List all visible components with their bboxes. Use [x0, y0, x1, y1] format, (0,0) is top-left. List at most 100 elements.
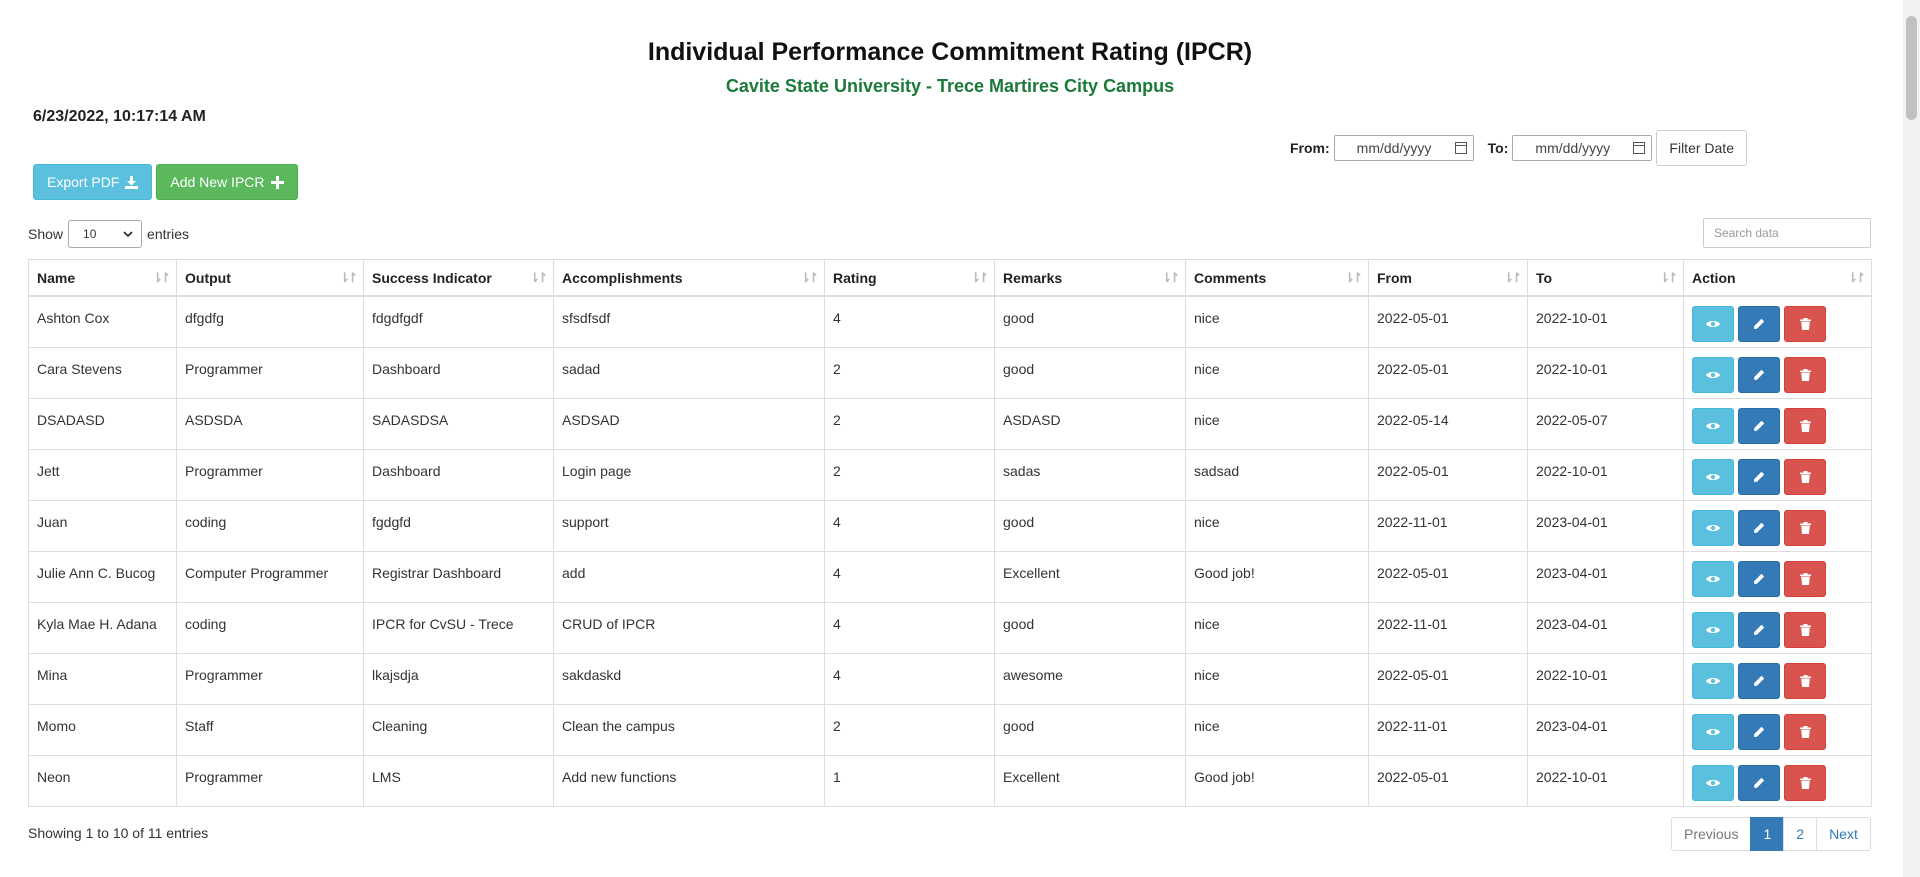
delete-button[interactable] [1784, 714, 1826, 750]
export-pdf-button[interactable]: Export PDF [33, 164, 153, 200]
edit-button[interactable] [1738, 612, 1780, 648]
entries-select[interactable]: 10 [68, 220, 143, 248]
column-header-comments[interactable]: Comments ⇂↾ [1185, 259, 1369, 297]
cell-remarks: Excellent [994, 755, 1186, 807]
column-header-remarks[interactable]: Remarks ⇂↾ [994, 259, 1186, 297]
column-header-accomplishments[interactable]: Accomplishments ⇂↾ [553, 259, 825, 297]
delete-button[interactable] [1784, 765, 1826, 801]
view-button[interactable] [1692, 408, 1734, 444]
cell-to: 2023-04-01 [1527, 602, 1684, 654]
view-button[interactable] [1692, 765, 1734, 801]
calendar-icon[interactable] [1633, 142, 1646, 154]
edit-button[interactable] [1738, 510, 1780, 546]
cell-name: Cara Stevens [28, 347, 177, 399]
plus-icon [270, 175, 284, 189]
cell-comments: sadsad [1185, 449, 1369, 501]
view-button[interactable] [1692, 561, 1734, 597]
view-button[interactable] [1692, 714, 1734, 750]
vertical-scrollbar[interactable] [1903, 0, 1920, 877]
to-label: To: [1487, 140, 1509, 156]
edit-button[interactable] [1738, 561, 1780, 597]
cell-accomplishments: Add new functions [553, 755, 825, 807]
column-header-name[interactable]: Name ⇂↾ [28, 259, 177, 297]
cell-name: Julie Ann C. Bucog [28, 551, 177, 603]
output-value: coding [185, 514, 227, 530]
pagination-page-2[interactable]: 2 [1783, 817, 1818, 851]
cell-action [1683, 704, 1872, 756]
cell-rating: 2 [824, 704, 995, 756]
view-button[interactable] [1692, 663, 1734, 699]
to-value: 2022-05-07 [1536, 412, 1608, 428]
edit-button[interactable] [1738, 765, 1780, 801]
column-header-rating[interactable]: Rating ⇂↾ [824, 259, 995, 297]
cell-from: 2022-05-01 [1368, 755, 1528, 807]
column-header-action[interactable]: Action ⇂↾ [1683, 259, 1872, 297]
view-button[interactable] [1692, 459, 1734, 495]
delete-button[interactable] [1784, 306, 1826, 342]
from-date-input[interactable]: mm/dd/yyyy [1333, 135, 1474, 161]
cell-rating: 4 [824, 602, 995, 654]
view-button[interactable] [1692, 612, 1734, 648]
column-header-output[interactable]: Output ⇂↾ [176, 259, 364, 297]
delete-button[interactable] [1784, 612, 1826, 648]
delete-button[interactable] [1784, 510, 1826, 546]
to-value: 2022-10-01 [1536, 310, 1608, 326]
from-date-placeholder: mm/dd/yyyy [1356, 140, 1432, 156]
from-value: 2022-11-01 [1377, 514, 1448, 530]
scrollbar-thumb[interactable] [1906, 16, 1917, 120]
delete-button[interactable] [1784, 408, 1826, 444]
pencil-icon [1754, 318, 1765, 329]
pagination-previous[interactable]: Previous [1671, 817, 1752, 851]
remarks-value: good [1003, 361, 1035, 377]
add-new-ipcr-label: Add New IPCR [170, 174, 265, 190]
filter-date-button[interactable]: Filter Date [1656, 130, 1747, 166]
view-button[interactable] [1692, 306, 1734, 342]
column-header-from[interactable]: From ⇂↾ [1368, 259, 1528, 297]
cell-from: 2022-05-01 [1368, 449, 1528, 501]
view-button[interactable] [1692, 357, 1734, 393]
cell-success-indicator: lkajsdja [363, 653, 554, 705]
cell-remarks: awesome [994, 653, 1186, 705]
output-value: ASDSDA [185, 412, 243, 428]
success-indicator-value: Dashboard [372, 463, 441, 479]
name-value: Cara Stevens [37, 361, 122, 377]
column-header-to[interactable]: To ⇂↾ [1527, 259, 1684, 297]
delete-button[interactable] [1784, 663, 1826, 699]
cell-remarks: good [994, 500, 1186, 552]
cell-from: 2022-05-01 [1368, 295, 1528, 348]
cell-rating: 2 [824, 398, 995, 450]
cell-comments: nice [1185, 398, 1369, 450]
calendar-icon[interactable] [1454, 142, 1467, 154]
pencil-icon [1754, 522, 1765, 533]
delete-button[interactable] [1784, 561, 1826, 597]
edit-button[interactable] [1738, 714, 1780, 750]
search-input[interactable]: Search data [1703, 218, 1871, 248]
cell-remarks: good [994, 602, 1186, 654]
pencil-icon [1754, 675, 1765, 686]
success-indicator-value: Registrar Dashboard [372, 565, 502, 581]
edit-button[interactable] [1738, 459, 1780, 495]
table-info: Showing 1 to 10 of 11 entries [28, 825, 209, 841]
cell-name: Jett [28, 449, 177, 501]
rating-value: 4 [833, 310, 841, 326]
name-value: Momo [37, 718, 76, 734]
cell-output: ASDSDA [176, 398, 364, 450]
edit-button[interactable] [1738, 663, 1780, 699]
delete-button[interactable] [1784, 357, 1826, 393]
sort-icon: ⇂↾ [800, 270, 819, 285]
edit-button[interactable] [1738, 357, 1780, 393]
view-button[interactable] [1692, 510, 1734, 546]
pagination-next[interactable]: Next [1816, 817, 1871, 851]
search-placeholder: Search data [1714, 226, 1779, 240]
cell-output: Programmer [176, 347, 364, 399]
add-new-ipcr-button[interactable]: Add New IPCR [156, 164, 298, 200]
table-row: Mina Programmer lkajsdja sakdaskd 4 awesome ni… [28, 653, 1872, 705]
column-header-success-indicator[interactable]: Success Indicator ⇂↾ [363, 259, 554, 297]
to-date-input[interactable]: mm/dd/yyyy [1512, 135, 1653, 161]
edit-button[interactable] [1738, 408, 1780, 444]
delete-button[interactable] [1784, 459, 1826, 495]
cell-to: 2022-10-01 [1527, 653, 1684, 705]
pagination-page-1[interactable]: 1 [1750, 817, 1785, 851]
edit-button[interactable] [1738, 306, 1780, 342]
cell-to: 2023-04-01 [1527, 551, 1684, 603]
